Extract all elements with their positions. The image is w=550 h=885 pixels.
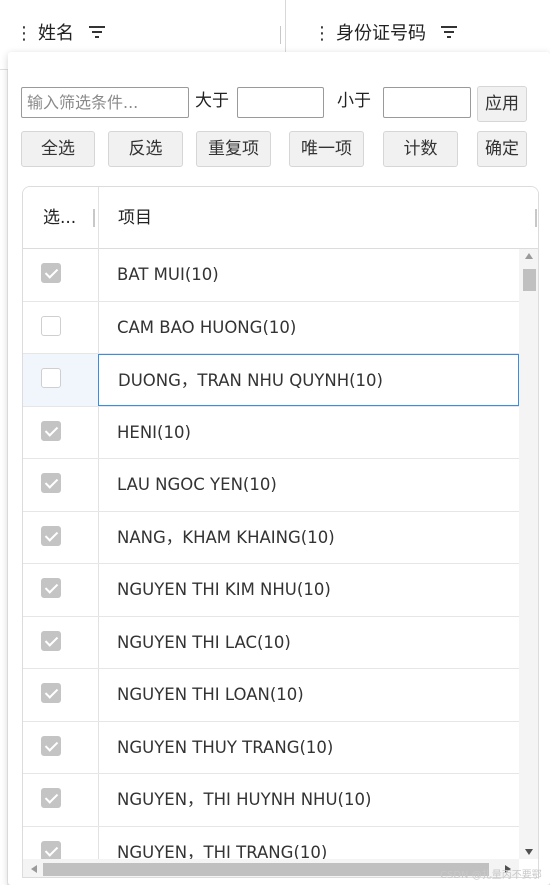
item-label: LAU NGOC YEN(10)	[117, 475, 277, 494]
item-label: NGUYEN，THI HUYNH NHU(10)	[117, 790, 372, 809]
greater-than-label: 大于	[195, 91, 229, 111]
table-row[interactable]: NGUYEN，THI TRANG(10)	[23, 827, 519, 860]
checkbox-checked[interactable]	[41, 578, 61, 598]
scroll-up-arrow-icon[interactable]	[525, 253, 533, 259]
checkbox-unchecked[interactable]	[41, 315, 61, 336]
apply-button[interactable]: 应用	[477, 86, 527, 122]
item-label: BAT MUI(10)	[117, 265, 219, 284]
checkbox-checked[interactable]	[41, 840, 61, 859]
column-resize-handle[interactable]	[93, 209, 95, 227]
scroll-left-arrow-icon[interactable]	[31, 865, 37, 873]
filter-icon[interactable]	[440, 24, 458, 44]
column-title: 身份证号码	[336, 23, 426, 44]
checkbox-checked[interactable]	[41, 683, 61, 703]
column-resize-handle[interactable]	[535, 209, 537, 227]
table-row[interactable]: NGUYEN THI LAC(10)	[23, 617, 519, 669]
column-menu-icon[interactable]: ⋮	[14, 22, 34, 46]
column-title: 姓名	[38, 23, 74, 44]
select-all-button[interactable]: 全选	[21, 131, 95, 167]
item-label: CAM BAO HUONG(10)	[117, 317, 297, 337]
table-body: BAT MUI(10) CAM BAO HUONG(10) DUONG，TRAN N…	[23, 249, 519, 859]
count-button[interactable]: 计数	[383, 131, 458, 167]
item-label: NGUYEN THI LOAN(10)	[117, 685, 304, 704]
table-row[interactable]: NGUYEN THUY TRANG(10)	[23, 722, 519, 774]
vertical-scrollbar[interactable]	[519, 249, 538, 859]
checkbox-checked[interactable]	[41, 630, 61, 651]
less-than-label: 小于	[337, 91, 371, 111]
action-buttons: 全选 反选 重复项 唯一项 计数 确定	[21, 131, 541, 167]
checkbox-checked[interactable]	[41, 735, 61, 756]
column-header-item[interactable]: 项目	[118, 187, 152, 249]
invert-selection-button[interactable]: 反选	[108, 131, 183, 167]
item-label: NGUYEN THI LAC(10)	[117, 632, 291, 652]
scroll-thumb[interactable]	[523, 269, 536, 291]
checkbox-checked[interactable]	[41, 263, 61, 283]
item-label: NGUYEN THUY TRANG(10)	[117, 737, 334, 757]
unique-button[interactable]: 唯一项	[289, 131, 364, 167]
checkbox-checked[interactable]	[41, 525, 61, 546]
table-row[interactable]: NGUYEN THI LOAN(10)	[23, 669, 519, 722]
scroll-thumb[interactable]	[43, 863, 489, 876]
watermark: CSDN @扎量丙不要鄂	[440, 870, 542, 881]
table-row[interactable]: NGUYEN THI KIM NHU(10)	[23, 564, 519, 617]
table-header: 选... 项目	[23, 187, 538, 249]
duplicates-button[interactable]: 重复项	[196, 131, 271, 167]
item-label: HENI(10)	[117, 422, 191, 442]
column-menu-icon[interactable]: ⋮	[312, 22, 332, 46]
item-label: NANG，KHAM KHAING(10)	[117, 527, 335, 547]
filter-text-input[interactable]	[21, 87, 189, 118]
grid-body-edge	[0, 70, 8, 885]
item-label: NGUYEN，THI TRANG(10)	[117, 842, 328, 860]
filter-condition-row: 大于 小于 应用	[21, 86, 541, 122]
item-label: DUONG，TRAN NHU QUYNH(10)	[98, 354, 519, 406]
scroll-down-arrow-icon[interactable]	[525, 849, 533, 855]
confirm-button[interactable]: 确定	[477, 131, 527, 167]
filter-popup: 大于 小于 应用 全选 反选 重复项 唯一项 计数 确定 选... 项目 BAT…	[8, 52, 550, 885]
table-row[interactable]: HENI(10)	[23, 407, 519, 459]
checkbox-checked[interactable]	[41, 420, 61, 441]
less-than-input[interactable]	[383, 87, 471, 118]
table-row[interactable]: BAT MUI(10)	[23, 249, 519, 302]
column-resize-handle[interactable]	[280, 26, 281, 44]
table-row[interactable]: LAU NGOC YEN(10)	[23, 459, 519, 512]
checkbox-checked[interactable]	[41, 788, 61, 808]
table-row[interactable]: NGUYEN，THI HUYNH NHU(10)	[23, 774, 519, 827]
item-label: NGUYEN THI KIM NHU(10)	[117, 580, 331, 599]
filter-icon[interactable]	[88, 24, 106, 44]
greater-than-input[interactable]	[237, 87, 324, 118]
checkbox-checked[interactable]	[41, 473, 61, 493]
table-row[interactable]: DUONG，TRAN NHU QUYNH(10)	[23, 354, 519, 407]
table-row[interactable]: NANG，KHAM KHAING(10)	[23, 512, 519, 564]
table-row[interactable]: CAM BAO HUONG(10)	[23, 302, 519, 354]
column-header-select[interactable]: 选...	[43, 187, 76, 249]
checkbox-unchecked[interactable]	[41, 368, 61, 388]
value-list-table: 选... 项目 BAT MUI(10) CAM BAO HUONG(10) DUON…	[22, 186, 539, 878]
